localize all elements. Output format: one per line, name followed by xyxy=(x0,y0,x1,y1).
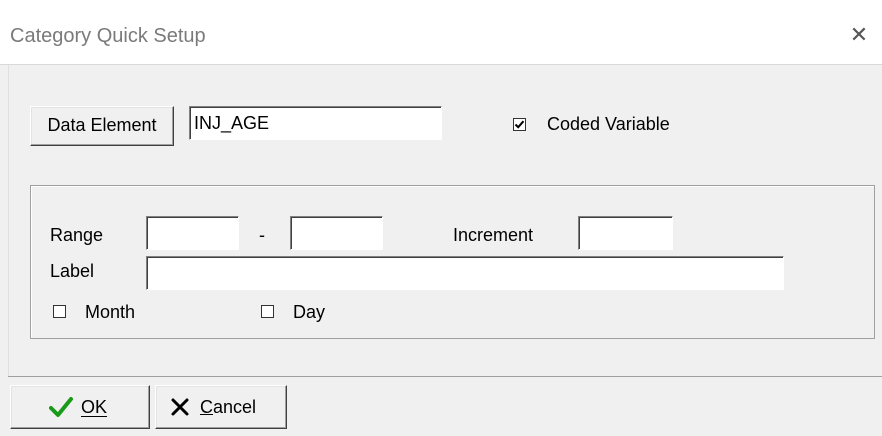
coded-variable-label: Coded Variable xyxy=(547,114,670,134)
data-element-input[interactable] xyxy=(189,106,442,140)
x-icon xyxy=(171,398,189,416)
check-mark-icon xyxy=(514,120,525,129)
data-element-button-label: Data Element xyxy=(47,115,157,135)
coded-variable-checkbox[interactable] xyxy=(513,118,526,131)
footer-separator xyxy=(8,376,882,377)
day-checkbox[interactable] xyxy=(261,305,274,318)
close-icon: ✕ xyxy=(849,22,869,47)
cancel-button[interactable]: Cancel xyxy=(155,385,287,429)
ok-button[interactable]: OK xyxy=(10,385,150,429)
range-from-input[interactable] xyxy=(146,216,239,250)
cancel-button-label: Cancel xyxy=(200,397,257,417)
ok-button-label: OK xyxy=(81,397,108,417)
window-title: Category Quick Setup xyxy=(10,25,206,47)
title-bar: Category Quick Setup ✕ xyxy=(0,8,882,65)
data-element-button[interactable]: Data Element xyxy=(30,106,174,146)
month-checkbox[interactable] xyxy=(53,305,66,318)
range-label: Range xyxy=(50,225,104,245)
left-frame-edge xyxy=(8,65,9,376)
checkmark-icon xyxy=(49,397,73,417)
range-separator: - xyxy=(259,225,265,245)
range-to-input[interactable] xyxy=(290,216,383,250)
label-label: Label xyxy=(50,261,95,281)
label-input[interactable] xyxy=(146,256,784,290)
top-strip xyxy=(0,0,882,8)
day-label: Day xyxy=(293,302,326,322)
month-label: Month xyxy=(85,302,136,322)
close-button[interactable]: ✕ xyxy=(836,8,882,64)
increment-label: Increment xyxy=(453,225,534,245)
increment-input[interactable] xyxy=(578,216,673,250)
